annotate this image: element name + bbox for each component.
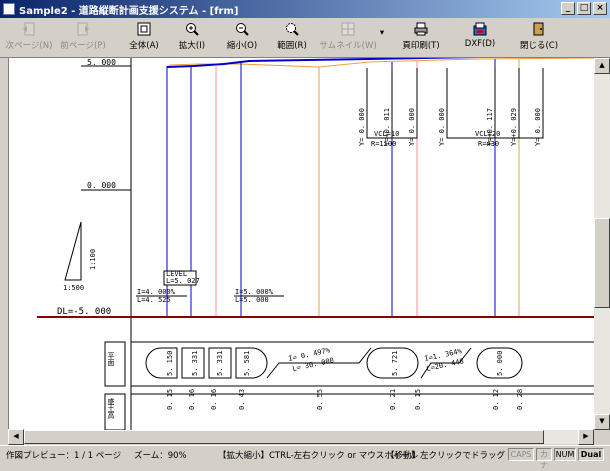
horizontal-scale-label: 1:500: [63, 284, 84, 292]
radius-value-3: 5. 331: [216, 351, 224, 376]
fill-value-4: 0. 43: [238, 389, 246, 410]
maximize-button[interactable]: □: [577, 2, 591, 15]
close-door-icon: [531, 21, 547, 37]
y-value-3: Y= 0. 000: [408, 108, 416, 146]
close-preview-button[interactable]: 閉じる(C): [514, 20, 564, 56]
status-mode: 作図プレビュー：1 / 1 ページ: [6, 451, 122, 461]
grade-left-percent: I=4. 000%: [137, 288, 176, 296]
dxf-export-button[interactable]: DXF(D): [458, 20, 502, 56]
fill-value-6: 0. 21: [389, 389, 397, 410]
zoom-out-icon: [234, 21, 250, 37]
fill-value-5: 0. 55: [316, 389, 324, 410]
scroll-left-arrow-icon[interactable]: ◀: [8, 429, 24, 445]
fit-page-icon: [136, 21, 152, 37]
scroll-down-arrow-icon[interactable]: ▼: [594, 414, 610, 430]
app-icon: [3, 3, 15, 15]
prev-page-button[interactable]: 次ページ(N): [4, 20, 54, 56]
status-bar: 作図プレビュー：1 / 1 ページ ズーム：90% 【拡大縮小】CTRL-左右ク…: [0, 445, 610, 470]
radius-value-5: 5. 721: [391, 351, 399, 376]
radius-value-1: 5. 150: [166, 351, 174, 376]
grade-right-length: L=5. 000: [235, 296, 269, 304]
grade-left-length: L=4. 525: [137, 296, 171, 304]
kana-indicator: カナ: [536, 448, 552, 470]
status-hint-move: 【移動】左クリックでドラッグ: [386, 451, 506, 461]
horizontal-scrollbar[interactable]: ◀ ▶: [8, 429, 594, 445]
print-page-button[interactable]: 頁印刷(T): [398, 20, 444, 56]
fill-value-8: 0. 12: [492, 389, 500, 410]
zoom-in-button[interactable]: 拡大(I): [172, 20, 212, 56]
row-label-plan: 平面: [107, 352, 115, 367]
thumbnail-icon: [340, 21, 356, 37]
radius-value-6: 5. 000: [496, 351, 504, 376]
profile-drawing: 5. 000 0. 000 1:100 1:500 Y= 0. 000 Y=+0…: [37, 58, 595, 430]
title-bar: Sample2 - 道路縦断計画支援システム - [frm] _ □ ×: [0, 0, 610, 18]
scroll-right-arrow-icon[interactable]: ▶: [578, 429, 594, 445]
vcl-right-radius: R=430: [478, 140, 499, 148]
page-forward-icon: [75, 21, 91, 37]
y-value-1: Y= 0. 000: [358, 108, 366, 146]
vcl-left-radius: R=1100: [371, 140, 396, 148]
vertical-scale-label: 1:100: [89, 249, 97, 270]
row-label-fill: 盛土高: [107, 397, 115, 420]
y-value-6: Y=+0. 029: [510, 108, 518, 146]
next-page-button[interactable]: 前ページ(P): [58, 20, 108, 56]
grade-right-percent: I=5. 000%: [235, 288, 274, 296]
dual-indicator: Dual: [578, 448, 604, 461]
scroll-up-arrow-icon[interactable]: ▲: [594, 58, 610, 74]
fill-value-3: 0. 16: [210, 389, 218, 410]
fill-value-7: 0. 15: [414, 389, 422, 410]
caps-indicator: CAPS: [508, 448, 534, 461]
status-zoom: ズーム：90%: [134, 451, 187, 461]
radius-value-4: 5. 581: [243, 351, 251, 376]
window-title: Sample2 - 道路縦断計画支援システム - [frm]: [19, 5, 239, 17]
vertical-scrollbar[interactable]: ▲ ▼: [594, 58, 610, 430]
fill-value-9: 0. 28: [516, 389, 524, 410]
zoom-out-button[interactable]: 縮小(O): [222, 20, 262, 56]
fill-value-2: 0. 16: [188, 389, 196, 410]
num-indicator: NUM: [554, 448, 576, 461]
drawing-canvas[interactable]: 5. 000 0. 000 1:100 1:500 Y= 0. 000 Y=+0…: [8, 58, 595, 430]
fit-all-button[interactable]: 全体(A): [124, 20, 164, 56]
datum-level-label: DL=-5. 000: [57, 307, 111, 317]
vertical-scroll-thumb[interactable]: [594, 218, 610, 308]
level-box-length: L=5. 027: [166, 277, 200, 285]
zoom-in-icon: [184, 21, 200, 37]
vcl-right-length: VCL=20: [475, 130, 500, 138]
dxf-export-icon: [472, 21, 488, 37]
range-zoom-icon: [284, 21, 300, 37]
close-window-button[interactable]: ×: [593, 2, 607, 15]
thumbnail-button[interactable]: サムネイル(W): [319, 20, 377, 56]
vcl-left-length: VCL=10: [374, 130, 399, 138]
minimize-button[interactable]: _: [561, 2, 575, 15]
range-button[interactable]: 範囲(R): [272, 20, 312, 56]
level-label-0: 0. 000: [87, 181, 116, 190]
printer-icon: [413, 21, 429, 37]
toolbar: 次ページ(N) 前ページ(P) 全体(A) 拡大(I) 縮小(O) 範囲(R) …: [0, 18, 610, 58]
horizontal-scroll-thumb[interactable]: [24, 430, 544, 444]
y-value-7: Y= 0. 000: [534, 108, 542, 146]
y-value-4: Y= 0. 000: [438, 108, 446, 146]
level-label-5: 5. 000: [87, 58, 116, 67]
fill-value-1: 0. 15: [166, 389, 174, 410]
page-back-icon: [21, 21, 37, 37]
radius-value-2: 5. 331: [191, 351, 199, 376]
